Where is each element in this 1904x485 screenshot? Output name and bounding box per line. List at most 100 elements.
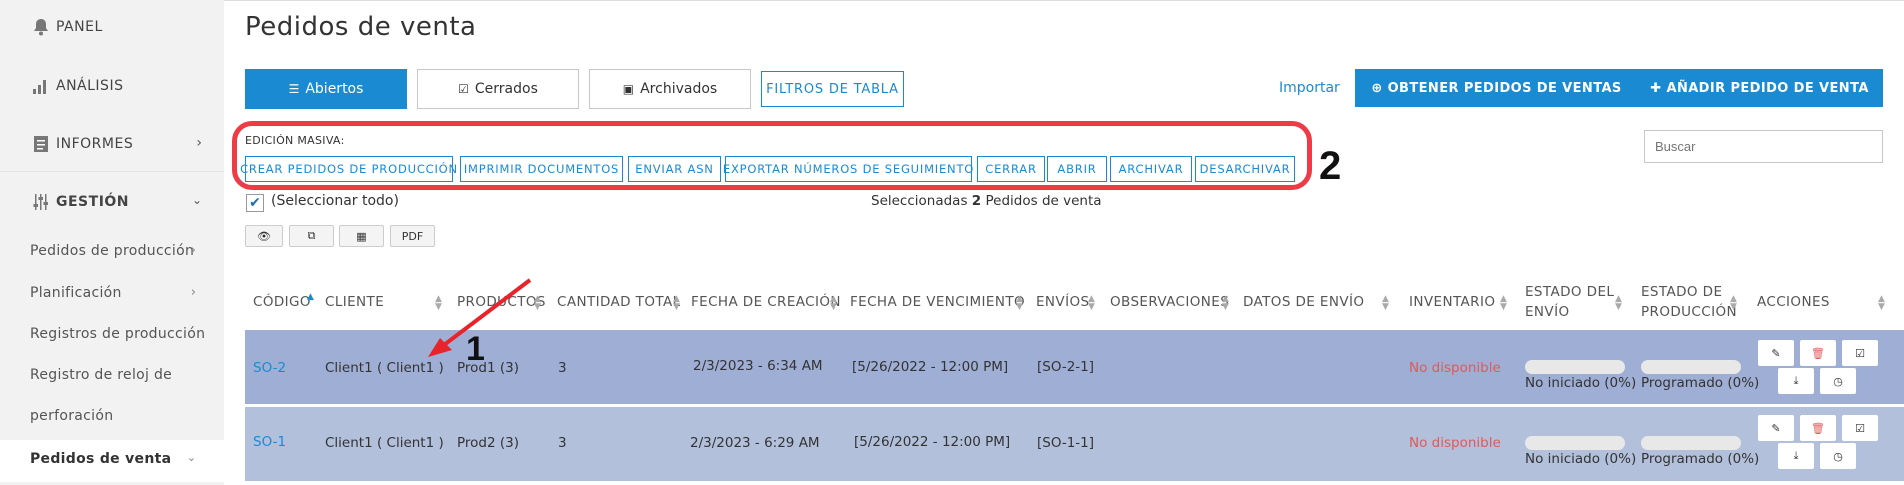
- columns-button[interactable]: ▦: [339, 225, 384, 247]
- check-button[interactable]: ☑: [1842, 340, 1878, 366]
- button-label: AÑADIR PEDIDO DE VENTA: [1666, 80, 1869, 96]
- plus-icon: ✚: [1650, 80, 1662, 96]
- unarchive-button[interactable]: DESARCHIVAR: [1195, 156, 1295, 182]
- document-icon: [30, 133, 52, 155]
- header-estado-envio[interactable]: ESTADO DEL ENVÍO: [1525, 282, 1614, 322]
- add-sales-order-button[interactable]: ✚ AÑADIR PEDIDO DE VENTA: [1636, 69, 1883, 107]
- archive-button[interactable]: ARCHIVAR: [1110, 156, 1192, 182]
- print-documents-button[interactable]: IMPRIMIR DOCUMENTOS: [460, 156, 623, 182]
- sort-icon[interactable]: ▲ ▼: [1382, 295, 1389, 312]
- sidebar-subitem-registros-produccion[interactable]: Registros de producción: [30, 326, 205, 342]
- table-row[interactable]: SO-1 Client1 ( Client1 ) Prod2 (3) 3 2/3…: [245, 407, 1904, 481]
- edit-button[interactable]: ✎: [1758, 415, 1794, 441]
- sidebar-item-analisis[interactable]: ANÁLISIS: [30, 75, 123, 97]
- mass-edit-label: EDICIÓN MASIVA:: [245, 134, 345, 147]
- tab-label: Cerrados: [474, 81, 538, 97]
- shipping-progress-bar: [1525, 436, 1625, 450]
- sidebar-subitem-pedidos-produccion[interactable]: Pedidos de producción: [30, 243, 194, 259]
- header-cantidad-total[interactable]: CANTIDAD TOTAL: [557, 292, 681, 312]
- header-codigo[interactable]: CÓDIGO: [253, 292, 311, 312]
- edit-icon: ✎: [1771, 346, 1781, 360]
- chevron-right-icon[interactable]: ›: [191, 243, 196, 258]
- export-tracking-numbers-button[interactable]: EXPORTAR NÚMEROS DE SEGUIMIENTO: [723, 156, 973, 182]
- header-estado-produccion[interactable]: ESTADO DE PRODUCCIÓN: [1641, 282, 1737, 322]
- create-production-orders-button[interactable]: CREAR PEDIDOS DE PRODUCCIÓN: [240, 156, 457, 182]
- clock-icon: ◷: [1833, 374, 1843, 388]
- due-cell: [5/26/2022 - 12:00 PM]: [854, 434, 1011, 450]
- header-observaciones[interactable]: OBSERVACIONES: [1110, 292, 1229, 312]
- check-square-icon: ☑: [1855, 346, 1865, 360]
- sidebar-item-label: INFORMES: [56, 136, 134, 152]
- edit-button[interactable]: ✎: [1758, 340, 1794, 366]
- tab-label: Archivados: [640, 81, 718, 97]
- order-code-link[interactable]: SO-2: [253, 360, 286, 376]
- list-icon: ☰: [288, 82, 300, 96]
- shipping-status-text: No iniciado (0%): [1525, 451, 1637, 467]
- top-border: [224, 0, 1904, 1]
- sidebar-item-label: GESTIÓN: [56, 194, 130, 210]
- history-button[interactable]: ◷: [1820, 443, 1856, 469]
- created-cell: 2/3/2023 - 6:29 AM: [690, 435, 820, 451]
- sidebar-item-label: ANÁLISIS: [56, 78, 124, 94]
- close-orders-button[interactable]: CERRAR: [977, 156, 1045, 182]
- history-button[interactable]: ◷: [1820, 368, 1856, 394]
- sidebar-subitem-pedidos-venta[interactable]: Pedidos de venta: [30, 451, 171, 467]
- pdf-button[interactable]: PDF: [390, 225, 435, 247]
- header-datos-envio[interactable]: DATOS DE ENVÍO: [1243, 292, 1364, 312]
- header-cliente[interactable]: CLIENTE: [325, 292, 384, 312]
- sort-icon[interactable]: ▲ ▼: [1222, 295, 1229, 312]
- sidebar-subitem-planificacion[interactable]: Planificación: [30, 285, 122, 301]
- divider: [0, 171, 224, 172]
- chevron-right-icon[interactable]: ›: [196, 135, 202, 151]
- header-line: ESTADO DEL: [1525, 284, 1615, 300]
- sort-asc-icon[interactable]: ▲: [307, 292, 314, 302]
- send-asn-button[interactable]: ENVIAR ASN: [628, 156, 721, 182]
- header-fecha-creacion[interactable]: FECHA DE CREACIÓN: [691, 292, 841, 312]
- download-button[interactable]: ⤓: [1778, 368, 1814, 394]
- selected-suffix: Pedidos de venta: [985, 193, 1102, 209]
- sort-icon[interactable]: ▲ ▼: [1500, 295, 1507, 312]
- sort-icon[interactable]: ▲ ▼: [1016, 295, 1023, 312]
- sort-icon[interactable]: ▲ ▼: [1730, 295, 1737, 312]
- table-filters-button[interactable]: FILTROS DE TABLA: [761, 71, 904, 107]
- delete-button[interactable]: 🗑: [1800, 340, 1836, 366]
- shipping-status-text: No iniciado (0%): [1525, 375, 1637, 391]
- tab-abiertos[interactable]: ☰ Abiertos: [245, 69, 407, 109]
- header-inventario[interactable]: INVENTARIO: [1409, 292, 1495, 312]
- delete-button[interactable]: 🗑: [1800, 415, 1836, 441]
- sort-icon[interactable]: ▲ ▼: [1615, 295, 1622, 312]
- select-all-label[interactable]: (Seleccionar todo): [271, 193, 399, 209]
- sort-icon[interactable]: ▲ ▼: [673, 295, 680, 312]
- qty-cell: 3: [558, 360, 567, 376]
- search-input[interactable]: [1644, 130, 1883, 163]
- chevron-right-icon[interactable]: ›: [191, 285, 196, 300]
- select-all-checkbox[interactable]: ✔: [246, 194, 264, 212]
- sort-icon[interactable]: ▲ ▼: [1088, 295, 1095, 312]
- annotation-number-1: 1: [466, 330, 485, 368]
- client-cell: Client1 ( Client1 ): [325, 435, 444, 451]
- sidebar-item-informes[interactable]: INFORMES: [30, 133, 200, 155]
- sliders-icon: [30, 191, 52, 213]
- tab-cerrados[interactable]: ☑ Cerrados: [417, 69, 579, 109]
- import-link[interactable]: Importar: [1279, 80, 1340, 96]
- check-button[interactable]: ☑: [1842, 415, 1878, 441]
- chevron-down-icon[interactable]: ⌄: [192, 193, 202, 207]
- selected-prefix: Seleccionadas: [871, 193, 968, 209]
- open-orders-button[interactable]: ABRIR: [1047, 156, 1107, 182]
- download-button[interactable]: ⤓: [1778, 443, 1814, 469]
- sort-icon[interactable]: ▲ ▼: [830, 295, 837, 312]
- sidebar-subitem-perforacion[interactable]: perforación: [30, 408, 113, 424]
- get-sales-orders-button[interactable]: ⊕ OBTENER PEDIDOS DE VENTAS: [1355, 69, 1638, 107]
- sidebar-subitem-registro-reloj[interactable]: Registro de reloj de: [30, 367, 172, 383]
- copy-icon: ⧉: [307, 229, 316, 242]
- sidebar-item-gestion[interactable]: GESTIÓN: [30, 191, 129, 213]
- eye-view-button[interactable]: 👁: [245, 225, 283, 247]
- header-envios[interactable]: ENVÍOS: [1036, 292, 1089, 312]
- sort-icon[interactable]: ▲ ▼: [1878, 295, 1885, 312]
- chevron-down-icon[interactable]: ⌄: [187, 451, 196, 464]
- sidebar-item-panel[interactable]: PANEL: [30, 16, 103, 38]
- copy-button[interactable]: ⧉: [289, 225, 334, 247]
- tab-archivados[interactable]: ▣ Archivados: [589, 69, 751, 109]
- order-code-link[interactable]: SO-1: [253, 434, 286, 450]
- header-fecha-vencimiento[interactable]: FECHA DE VENCIMIENTO: [850, 292, 1025, 312]
